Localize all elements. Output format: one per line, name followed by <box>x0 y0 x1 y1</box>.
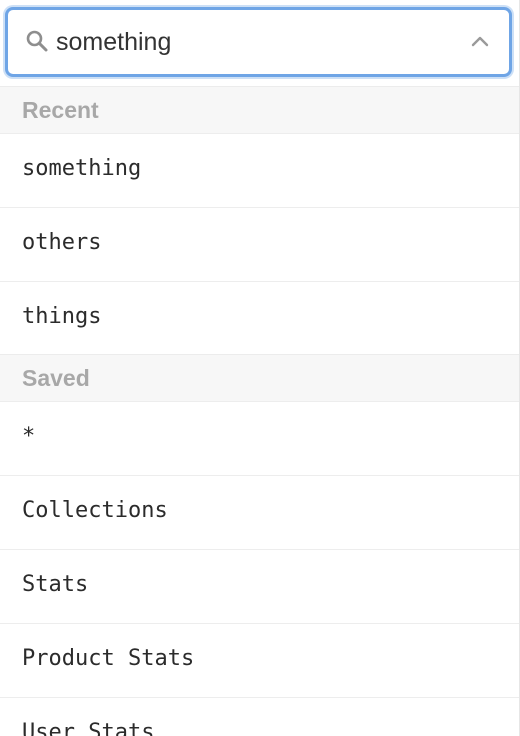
recent-section-header: Recent <box>0 86 519 134</box>
saved-item[interactable]: Stats <box>0 549 519 623</box>
recent-item[interactable]: others <box>0 207 519 281</box>
saved-item[interactable]: * <box>0 401 519 475</box>
search-icon <box>26 30 48 52</box>
search-input[interactable] <box>56 22 446 62</box>
search-box[interactable] <box>5 7 512 77</box>
chevron-up-icon[interactable] <box>470 32 490 52</box>
recent-item[interactable]: things <box>0 281 519 355</box>
saved-item[interactable]: Product Stats <box>0 623 519 697</box>
saved-item[interactable]: User Stats <box>0 697 519 736</box>
saved-section-header: Saved <box>0 354 519 402</box>
recent-item[interactable]: something <box>0 133 519 207</box>
search-dropdown: Recent something others things Saved * C… <box>0 0 520 736</box>
saved-item[interactable]: Collections <box>0 475 519 549</box>
